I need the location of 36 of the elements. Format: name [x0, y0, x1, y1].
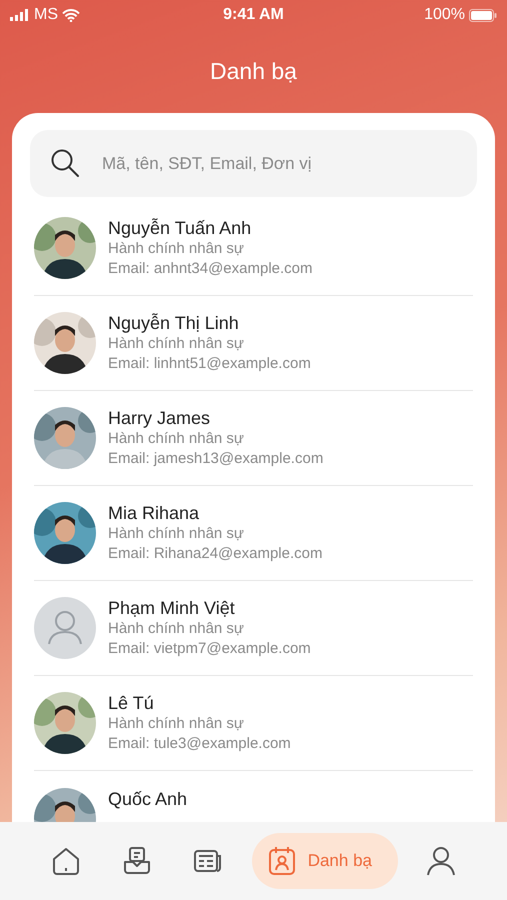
contact-department: Hành chính nhân sự	[108, 239, 245, 259]
contact-name: Harry James	[108, 407, 212, 429]
contact-department: Hành chính nhân sự	[108, 714, 245, 734]
wifi-icon	[62, 8, 80, 22]
clock-time: 9:41 AM	[223, 6, 284, 24]
contact-row[interactable]: Mia Rihana Hành chính nhân sự Email: Rihana24@example.com	[34, 486, 473, 581]
avatar-icon	[34, 597, 96, 659]
contact-email: Email: vietpm7@example.com	[108, 639, 311, 659]
search-icon	[50, 148, 80, 178]
contact-row[interactable]: Nguyễn Tuấn Anh Hành chính nhân sự Email: anhnt34@example.com	[34, 201, 473, 296]
contact-name: Phạm Minh Việt	[108, 597, 236, 619]
carrier-name: MS	[34, 6, 58, 24]
contact-email: Email: anhnt34@example.com	[108, 259, 312, 279]
search-field[interactable]: Mã, tên, SĐT, Email, Đơn vị	[30, 130, 477, 197]
contact-email: Email: tule3@example.com	[108, 734, 291, 754]
contact-email: Email: Rihana24@example.com	[108, 544, 322, 564]
contact-name: Mia Rihana	[108, 502, 200, 524]
battery-percent: 100%	[424, 6, 465, 24]
contact-department: Hành chính nhân sự	[108, 524, 245, 544]
signal-icon	[10, 9, 30, 21]
contact-email: Email: jamesh13@example.com	[108, 449, 324, 469]
profile-icon	[425, 845, 458, 877]
contact-row[interactable]: Phạm Minh Việt Hành chính nhân sự Email: vietpm7@example.com	[34, 581, 473, 676]
contact-department: Hành chính nhân sự	[108, 334, 245, 354]
battery-icon	[468, 8, 497, 22]
contact-row[interactable]: Lê Tú Hành chính nhân sự Email: tule3@example.com	[34, 676, 473, 771]
contact-name: Nguyễn Tuấn Anh	[108, 217, 252, 239]
contact-name: Quốc Anh	[108, 788, 188, 810]
page-title: Danh bạ	[210, 58, 297, 85]
contact-name: Lê Tú	[108, 692, 155, 714]
contact-row[interactable]: Nguyễn Thị Linh Hành chính nhân sự Email: linhnt51@example.com	[34, 296, 473, 391]
contact-email: Email: linhnt51@example.com	[108, 354, 311, 374]
contact-department: Hành chính nhân sự	[108, 429, 245, 449]
contact-name: Nguyễn Thị Linh	[108, 312, 240, 334]
contact-department: Hành chính nhân sự	[108, 619, 245, 639]
contact-row[interactable]: Harry James Hành chính nhân sự Email: jamesh13@example.com	[34, 391, 473, 486]
